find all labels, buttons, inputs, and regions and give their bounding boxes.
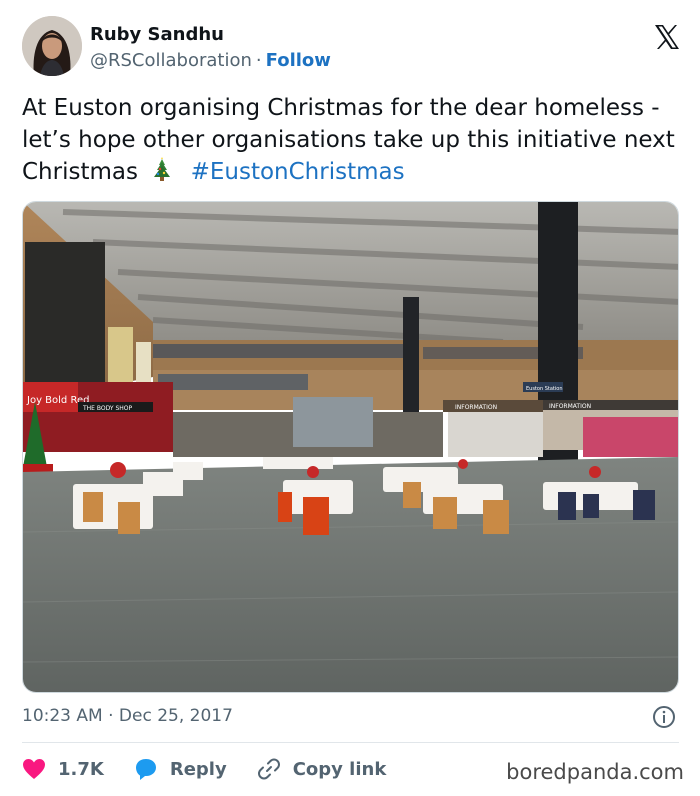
boredpanda-watermark: boredpanda.com <box>506 760 684 784</box>
info-icon[interactable] <box>652 705 676 729</box>
hashtag-link[interactable]: #EustonChristmas <box>191 159 405 185</box>
avatar-image <box>22 16 82 76</box>
tweet-time: 10:23 AM <box>22 706 103 726</box>
tweet-date: Dec 25, 2017 <box>118 706 233 726</box>
copy-link-button[interactable]: Copy link <box>257 757 387 781</box>
info-sign-right: INFORMATION <box>549 403 591 410</box>
reply-button[interactable]: Reply <box>134 757 227 781</box>
tweet-text: At Euston organising Christmas for the d… <box>22 92 682 188</box>
info-sign-left: INFORMATION <box>455 404 497 411</box>
handle-separator: · <box>255 50 262 71</box>
avatar[interactable] <box>22 16 82 76</box>
like-count: 1.7K <box>58 758 104 780</box>
link-icon <box>257 758 280 780</box>
like-button[interactable]: 1.7K <box>22 758 104 780</box>
timestamp-separator: · <box>108 706 114 726</box>
divider <box>22 742 679 743</box>
euston-hall-photo: Joy Bold Red THE BODY SHOP INFORMATION I… <box>23 202 678 692</box>
tweet-header: Ruby Sandhu @RSCollaboration · Follow <box>22 16 682 76</box>
shop-sign-text: THE BODY SHOP <box>82 405 133 412</box>
action-bar: 1.7K Reply Copy link <box>22 756 416 782</box>
reply-bubble-icon <box>135 759 156 780</box>
heart-icon <box>23 759 45 779</box>
author-name[interactable]: Ruby Sandhu <box>90 24 224 45</box>
author-handle[interactable]: @RSCollaboration <box>90 50 252 71</box>
author-handle-row: @RSCollaboration · Follow <box>90 50 331 71</box>
tweet-timestamp[interactable]: 10:23 AM · Dec 25, 2017 <box>22 706 233 726</box>
follow-button[interactable]: Follow <box>266 50 331 71</box>
station-sign: Euston Station <box>526 386 563 392</box>
tweet-photo[interactable]: Joy Bold Red THE BODY SHOP INFORMATION I… <box>22 201 679 693</box>
x-logo-icon[interactable] <box>652 22 682 52</box>
copy-link-label: Copy link <box>292 758 387 780</box>
reply-label: Reply <box>169 758 227 780</box>
christmas-tree-icon <box>154 157 171 181</box>
